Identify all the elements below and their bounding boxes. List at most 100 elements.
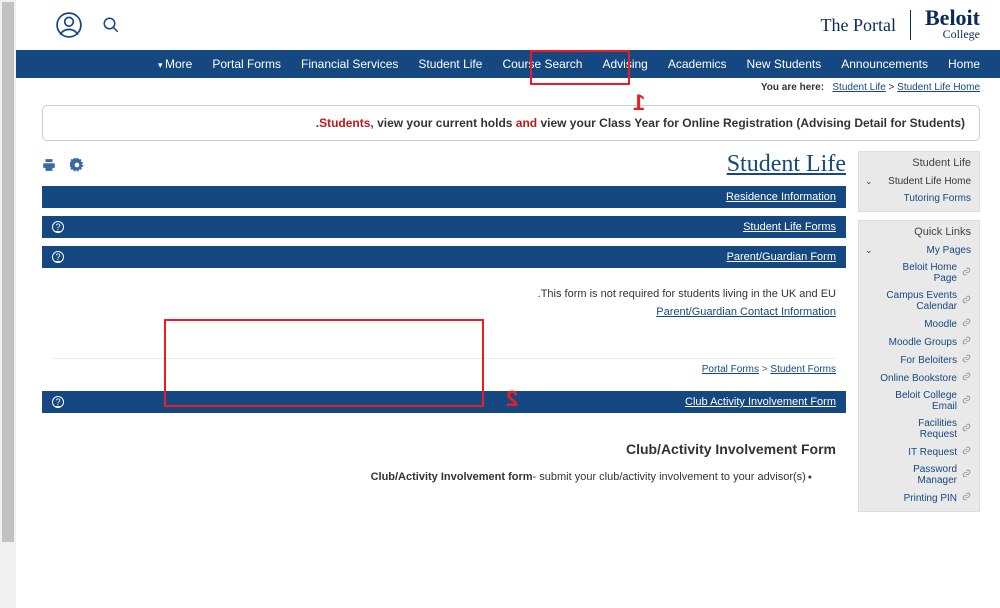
sidebar-head-student-life: Student Life [859,152,979,173]
help-icon[interactable]: ? [52,221,64,233]
breadcrumb-label: You are here: [761,82,824,93]
sidebar-item-my-pages[interactable]: My Pages ⌄ [859,242,979,259]
club-section: Club/Activity Involvement Form Club/Acti… [42,413,846,483]
main-content: Student Life Residence Information Stude… [42,151,846,520]
panel-title: Residence Information [726,191,836,203]
nav-financial-services[interactable]: Financial Services [301,57,398,71]
breadcrumb-student-life[interactable]: Student Life [832,82,885,93]
user-profile-icon[interactable] [56,12,82,38]
nav-advising[interactable]: Advising [602,57,647,71]
sidebar-item-label: Printing PIN [904,493,957,504]
sidebar: Student Life Student Life Home ⌄ Tutorin… [858,151,980,520]
sidebar-item-it-request[interactable]: IT Request [859,443,979,461]
alert-lead: Students, [319,116,374,130]
panel-club-activity[interactable]: Club Activity Involvement Form ? [42,391,846,413]
sidebar-item-label: My Pages [927,245,971,256]
link-icon [962,295,971,307]
parent-form-note: This form is not required for students l… [52,288,836,300]
breadcrumb-sep: > [889,82,895,93]
sidebar-item-campus-events-calendar[interactable]: Campus Events Calendar [859,287,979,315]
panel-parent-guardian[interactable]: Parent/Guardian Form ? [42,246,846,268]
help-icon[interactable]: ? [52,251,64,263]
panel-breadcrumb: Portal Forms > Student Forms [52,358,836,375]
breadcrumb-student-life-home[interactable]: Student Life Home [897,82,980,93]
nav-new-students[interactable]: New Students [747,57,822,71]
breadcrumb: You are here: Student Life > Student Lif… [16,78,1000,97]
club-bullet-text: - submit your club/activity involvement … [533,471,806,483]
logo-sub: College [925,27,980,42]
panel-student-life-forms[interactable]: Student Life Forms ? [42,216,846,238]
annotation-label-2: 2 [506,386,518,412]
alert-and: and [516,116,537,130]
parent-contact-link[interactable]: Parent/Guardian Contact Information [656,306,836,318]
sidebar-item-beloit-home-page[interactable]: Beloit Home Page [859,259,979,287]
nav-portal-forms[interactable]: Portal Forms [212,57,281,71]
sidebar-item-printing-pin[interactable]: Printing PIN [859,489,979,507]
club-bullet: Club/Activity Involvement form- submit y… [52,471,836,483]
main-nav: Home Announcements New Students Academic… [16,50,1000,78]
chevron-down-icon: ⌄ [865,176,873,187]
logo-portal: The Portal [821,15,896,36]
header: Beloit College The Portal [16,0,1000,50]
sidebar-head-quick-links: Quick Links [859,221,979,242]
sidebar-item-password-manager[interactable]: Password Manager [859,461,979,489]
sidebar-item-label: Online Bookstore [880,373,957,384]
sidebar-item-label: Beloit College Email [879,390,957,412]
sidebar-item-moodle-groups[interactable]: Moodle Groups [859,333,979,351]
sidebar-item-student-life-home[interactable]: Student Life Home ⌄ [859,173,979,190]
club-heading: Club/Activity Involvement Form [52,441,836,457]
search-icon[interactable] [102,16,120,34]
sidebar-item-label: Moodle [924,319,957,330]
sidebar-item-label: Campus Events Calendar [879,290,957,312]
help-icon[interactable]: ? [52,396,64,408]
sidebar-item-beloit-college-email[interactable]: Beloit College Email [859,387,979,415]
sidebar-item-label: Facilities Request [879,418,957,440]
logo-main: Beloit [925,8,980,28]
link-icon [962,423,971,435]
panel-title: Parent/Guardian Form [727,251,836,263]
sidebar-item-label: Beloit Home Page [879,262,957,284]
sidebar-item-facilities-request[interactable]: Facilities Request [859,415,979,443]
nav-announcements[interactable]: Announcements [841,57,928,71]
nav-student-life[interactable]: Student Life [418,57,482,71]
sidebar-item-moodle[interactable]: Moodle [859,315,979,333]
link-icon [962,372,971,384]
link-icon [962,446,971,458]
gear-icon[interactable] [70,158,84,172]
chevron-down-icon: ⌄ [865,245,873,256]
logo[interactable]: Beloit College The Portal [821,8,980,43]
panel-parent-guardian-body: This form is not required for students l… [42,268,846,385]
sidebar-item-online-bookstore[interactable]: Online Bookstore [859,369,979,387]
page-title[interactable]: Student Life [727,151,846,178]
link-icon [962,336,971,348]
bc-portal-forms[interactable]: Portal Forms [702,364,759,375]
scrollbar-thumb[interactable] [2,2,14,542]
panel-title: Club Activity Involvement Form [685,396,836,408]
nav-home[interactable]: Home [948,57,980,71]
sidebar-item-tutoring-forms[interactable]: Tutoring Forms [859,190,979,207]
logo-divider [910,10,911,40]
nav-more[interactable]: More [158,57,192,71]
nav-academics[interactable]: Academics [668,57,727,71]
club-bullet-bold: Club/Activity Involvement form [371,471,533,483]
sidebar-item-for-beloiters[interactable]: For Beloiters [859,351,979,369]
alert-text-1: view your current holds [374,116,516,130]
sidebar-item-label: For Beloiters [900,355,957,366]
link-icon [962,469,971,481]
nav-course-search[interactable]: Course Search [502,57,582,71]
alert-banner: Students, view your current holds and vi… [42,105,980,141]
panel-residence-info[interactable]: Residence Information [42,186,846,208]
print-icon[interactable] [42,158,56,172]
link-icon [962,492,971,504]
sidebar-block-student-life: Student Life Student Life Home ⌄ Tutorin… [858,151,980,212]
sidebar-block-quick-links: Quick Links My Pages ⌄ Beloit Home Page C… [858,220,980,512]
sidebar-item-label: Moodle Groups [889,337,957,348]
link-icon [962,354,971,366]
sidebar-item-label: Password Manager [879,464,957,486]
bc-student-forms[interactable]: Student Forms [770,364,836,375]
link-icon [962,318,971,330]
link-icon [962,267,971,279]
panel-title: Student Life Forms [743,221,836,233]
vertical-scrollbar[interactable] [0,0,16,608]
sidebar-item-label: Tutoring Forms [904,193,971,204]
